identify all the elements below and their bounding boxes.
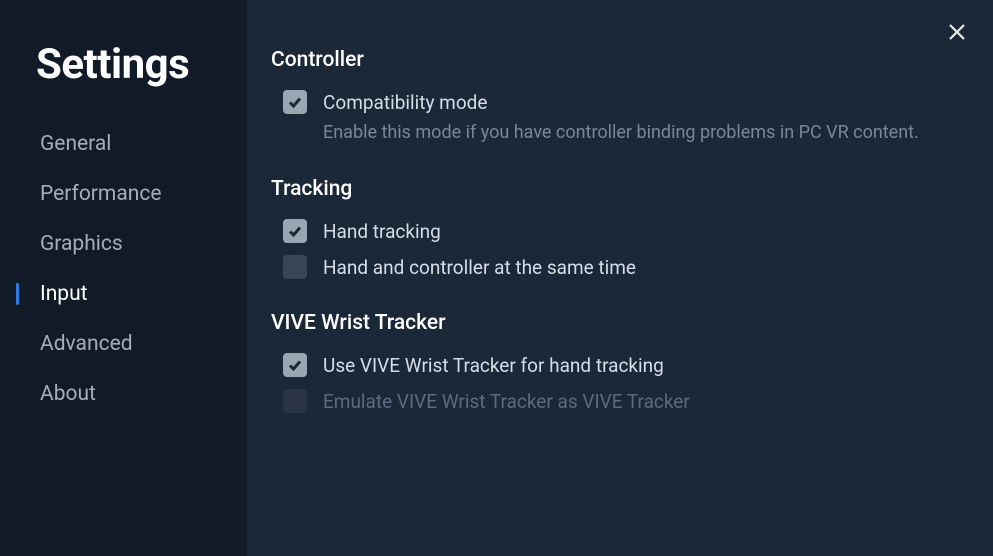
sidebar-item-label: About [40,382,96,406]
setting-label: Use VIVE Wrist Tracker for hand tracking [323,354,664,377]
checkbox-emulate-wrist-tracker [283,389,307,413]
section-wrist-tracker: VIVE Wrist Tracker Use VIVE Wrist Tracke… [271,311,961,419]
check-icon [287,94,303,110]
setting-desc-compatibility-mode: Enable this mode if you have controller … [271,120,961,151]
setting-label: Hand and controller at the same time [323,256,636,279]
setting-hand-tracking[interactable]: Hand tracking [271,213,961,249]
sidebar-item-label: General [40,132,111,156]
sidebar-item-label: Input [40,282,88,306]
page-title: Settings [0,40,247,119]
sidebar-item-about[interactable]: About [0,369,247,419]
sidebar-item-label: Advanced [40,332,133,356]
close-button[interactable] [943,18,971,46]
close-icon [948,23,966,41]
check-icon [287,357,303,373]
section-title-tracking: Tracking [271,177,961,201]
checkbox-use-wrist-tracker[interactable] [283,353,307,377]
setting-hand-and-controller[interactable]: Hand and controller at the same time [271,249,961,285]
section-title-wrist: VIVE Wrist Tracker [271,311,961,335]
checkbox-hand-tracking[interactable] [283,219,307,243]
setting-label: Compatibility mode [323,91,487,114]
section-tracking: Tracking Hand tracking Hand and controll… [271,177,961,285]
sidebar-item-graphics[interactable]: Graphics [0,219,247,269]
setting-use-wrist-tracker[interactable]: Use VIVE Wrist Tracker for hand tracking [271,347,961,383]
section-title-controller: Controller [271,48,961,72]
setting-compatibility-mode[interactable]: Compatibility mode [271,84,961,120]
checkbox-compatibility-mode[interactable] [283,90,307,114]
main-content: Controller Compatibility mode Enable thi… [247,0,993,556]
checkbox-hand-and-controller[interactable] [283,255,307,279]
section-controller: Controller Compatibility mode Enable thi… [271,48,961,151]
sidebar-item-label: Performance [40,182,161,206]
setting-label: Emulate VIVE Wrist Tracker as VIVE Track… [323,390,690,413]
sidebar-item-input[interactable]: Input [0,269,247,319]
sidebar-item-performance[interactable]: Performance [0,169,247,219]
sidebar: Settings General Performance Graphics In… [0,0,247,556]
check-icon [287,223,303,239]
sidebar-item-label: Graphics [40,232,123,256]
setting-emulate-wrist-tracker: Emulate VIVE Wrist Tracker as VIVE Track… [271,383,961,419]
sidebar-item-general[interactable]: General [0,119,247,169]
setting-label: Hand tracking [323,220,441,243]
sidebar-item-advanced[interactable]: Advanced [0,319,247,369]
